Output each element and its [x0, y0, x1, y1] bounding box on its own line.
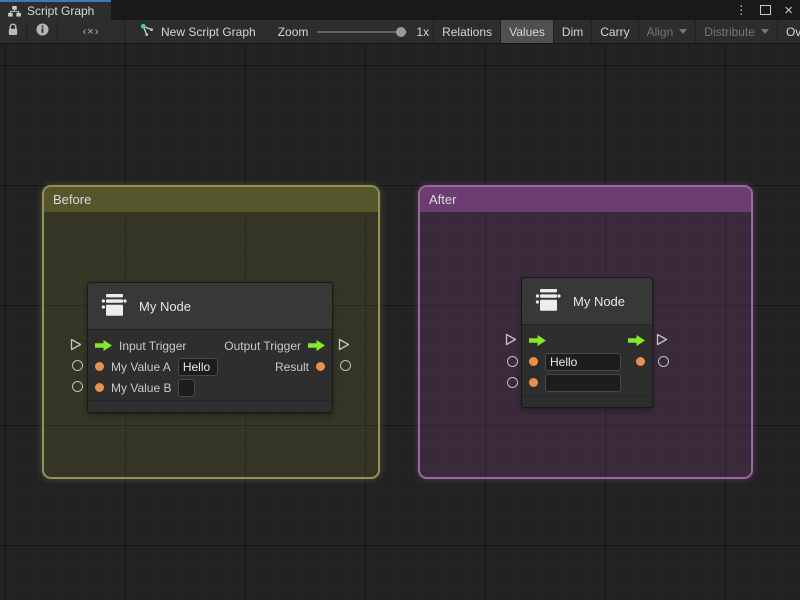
group-after-header[interactable]: After [420, 187, 751, 212]
value-output-port-result[interactable] [316, 362, 325, 371]
graph-name-label: New Script Graph [161, 25, 256, 39]
value-a-input[interactable] [545, 353, 621, 371]
lock-icon [7, 23, 19, 41]
dim-button[interactable]: Dim [553, 20, 591, 43]
value-b-input[interactable] [545, 374, 621, 392]
graph-breadcrumb[interactable]: New Script Graph [140, 20, 256, 43]
external-value-port-b[interactable] [72, 381, 83, 392]
node-my-node-before[interactable]: My Node Input Trigger Output Trigger [87, 282, 333, 413]
flow-output-port[interactable] [628, 335, 645, 346]
node-body [522, 325, 652, 393]
port-label-result: Result [275, 360, 309, 374]
value-input-port-a[interactable] [95, 362, 104, 371]
port-label-my-value-a: My Value A [111, 360, 171, 374]
port-row-triggers [522, 330, 652, 351]
value-b-input[interactable] [178, 379, 195, 397]
values-button[interactable]: Values [500, 20, 553, 43]
chevron-down-icon [679, 29, 687, 34]
external-flow-input-port[interactable] [505, 333, 517, 346]
external-flow-output-port[interactable] [338, 338, 350, 351]
toolbar: ‹×› New Script Graph Zoom 1x Relations [0, 20, 800, 44]
unit-icon [533, 285, 563, 318]
port-row-value-b [522, 372, 652, 393]
value-input-port-a[interactable] [529, 357, 538, 366]
relations-button[interactable]: Relations [433, 20, 500, 43]
group-before-label: Before [53, 192, 91, 207]
close-icon[interactable]: × [784, 3, 793, 18]
node-header[interactable]: My Node [88, 283, 332, 330]
port-row-value-a: My Value A Result [88, 356, 332, 377]
external-value-port-a[interactable] [507, 356, 518, 367]
distribute-dropdown[interactable]: Distribute [695, 20, 777, 43]
graph-canvas[interactable]: Before After [0, 44, 800, 600]
node-header[interactable]: My Node [522, 278, 652, 325]
chevron-down-icon [761, 29, 769, 34]
port-label-output-trigger: Output Trigger [224, 339, 301, 353]
node-body: Input Trigger Output Trigger My Value A … [88, 330, 332, 398]
unit-icon [99, 290, 129, 323]
value-input-port-b[interactable] [529, 378, 538, 387]
port-label-my-value-b: My Value B [111, 381, 171, 395]
zoom-value: 1x [416, 25, 429, 39]
flow-input-port[interactable] [529, 335, 546, 346]
carry-button[interactable]: Carry [591, 20, 637, 43]
info-icon [36, 23, 49, 41]
tab-script-graph[interactable]: Script Graph [0, 0, 111, 20]
zoom-slider-knob[interactable] [396, 27, 406, 37]
value-a-input[interactable] [178, 358, 218, 376]
external-value-port-b[interactable] [507, 377, 518, 388]
zoom-slider[interactable] [317, 31, 407, 33]
port-label-input-trigger: Input Trigger [119, 339, 186, 353]
code-view-icon: ‹×› [83, 26, 100, 38]
value-input-port-b[interactable] [95, 383, 104, 392]
group-before-header[interactable]: Before [44, 187, 378, 212]
node-title: My Node [139, 299, 191, 314]
node-title: My Node [573, 294, 625, 309]
node-footer [88, 400, 332, 412]
node-my-node-after[interactable]: My Node [521, 277, 653, 408]
external-flow-output-port[interactable] [656, 333, 668, 346]
group-after-label: After [429, 192, 456, 207]
tab-label: Script Graph [27, 4, 94, 18]
port-row-value-a [522, 351, 652, 372]
port-row-value-b: My Value B [88, 377, 332, 398]
window-controls: ⋮ × [735, 0, 793, 20]
more-options-icon[interactable]: ⋮ [735, 4, 747, 16]
node-footer [522, 395, 652, 407]
value-output-port-result[interactable] [636, 357, 645, 366]
overview-button[interactable]: Overview [777, 20, 800, 43]
external-flow-input-port[interactable] [70, 338, 82, 351]
maximize-icon[interactable] [760, 5, 771, 15]
lock-button[interactable] [0, 20, 27, 43]
external-value-port-a[interactable] [72, 360, 83, 371]
align-dropdown[interactable]: Align [638, 20, 696, 43]
zoom-control: Zoom 1x [278, 20, 429, 43]
code-view-button[interactable]: ‹×› [58, 20, 125, 43]
graph-asset-icon [140, 23, 154, 40]
hierarchy-graph-icon [8, 6, 21, 17]
flow-output-port[interactable] [308, 340, 325, 351]
external-result-port[interactable] [658, 356, 669, 367]
zoom-label: Zoom [278, 25, 309, 39]
script-graph-window: Script Graph ⋮ × [0, 0, 800, 600]
flow-input-port[interactable] [95, 340, 112, 351]
external-result-port[interactable] [340, 360, 351, 371]
tab-bar: Script Graph ⋮ × [0, 0, 800, 20]
port-row-triggers: Input Trigger Output Trigger [88, 335, 332, 356]
info-button[interactable] [27, 20, 58, 43]
